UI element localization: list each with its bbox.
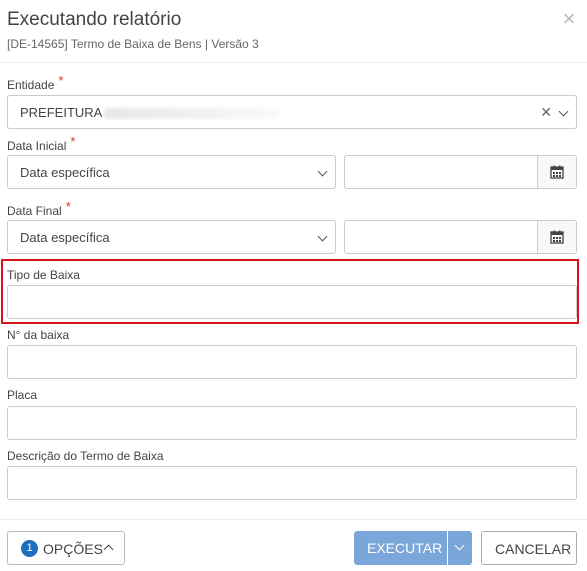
placa-input[interactable] xyxy=(7,406,577,440)
execute-button[interactable]: EXECUTAR xyxy=(354,531,447,565)
entidade-select[interactable]: PREFEITURA ✕ xyxy=(7,95,577,129)
chevron-down-icon[interactable] xyxy=(317,231,328,242)
tipo-baixa-input[interactable] xyxy=(7,285,577,319)
execute-dropdown-button[interactable] xyxy=(448,531,472,565)
footer-divider xyxy=(0,519,587,520)
calendar-icon xyxy=(550,165,564,179)
clear-icon[interactable]: ✕ xyxy=(540,104,552,121)
numero-baixa-label: N° da baixa xyxy=(7,328,70,342)
close-icon[interactable]: × xyxy=(559,8,579,30)
data-final-select-value: Data específica xyxy=(20,230,110,245)
cancel-button[interactable]: CANCELAR xyxy=(481,531,577,565)
chevron-down-icon[interactable] xyxy=(317,166,328,177)
data-final-label: Data Final * xyxy=(7,199,71,218)
chevron-up-icon xyxy=(103,544,114,555)
required-mark: * xyxy=(58,73,64,88)
entidade-label: Entidade * xyxy=(7,73,63,92)
descricao-input[interactable] xyxy=(7,466,577,500)
header-divider xyxy=(0,62,587,63)
modal-title: Executando relatório xyxy=(7,9,182,30)
options-button[interactable]: 1 OPÇÕES xyxy=(7,531,125,565)
data-inicial-date-input[interactable] xyxy=(344,155,577,189)
cancel-label: CANCELAR xyxy=(495,541,572,557)
data-inicial-select[interactable]: Data específica xyxy=(7,155,336,189)
data-inicial-label-text: Data Inicial xyxy=(7,139,67,153)
calendar-icon xyxy=(550,230,564,244)
options-label: OPÇÕES xyxy=(43,541,103,557)
chevron-down-icon xyxy=(454,540,465,551)
report-subtitle: [DE-14565] Termo de Baixa de Bens | Vers… xyxy=(7,37,259,51)
tipo-baixa-label: Tipo de Baixa xyxy=(7,268,80,282)
chevron-down-icon[interactable] xyxy=(558,106,569,117)
required-mark: * xyxy=(65,199,71,214)
numero-baixa-input[interactable] xyxy=(7,345,577,379)
calendar-button[interactable] xyxy=(537,156,576,188)
redacted-text xyxy=(104,108,280,120)
entidade-value: PREFEITURA xyxy=(20,105,280,120)
options-count-badge: 1 xyxy=(21,540,38,557)
data-inicial-label: Data Inicial * xyxy=(7,134,75,153)
descricao-label: Descrição do Termo de Baixa xyxy=(7,449,164,463)
calendar-button[interactable] xyxy=(537,221,576,253)
execute-label: EXECUTAR xyxy=(367,540,443,556)
data-final-select[interactable]: Data específica xyxy=(7,220,336,254)
required-mark: * xyxy=(70,134,76,149)
data-final-date-input[interactable] xyxy=(344,220,577,254)
entidade-value-text: PREFEITURA xyxy=(20,105,103,120)
data-inicial-select-value: Data específica xyxy=(20,165,110,180)
entidade-label-text: Entidade xyxy=(7,78,55,92)
placa-label: Placa xyxy=(7,388,38,402)
data-final-label-text: Data Final xyxy=(7,204,62,218)
